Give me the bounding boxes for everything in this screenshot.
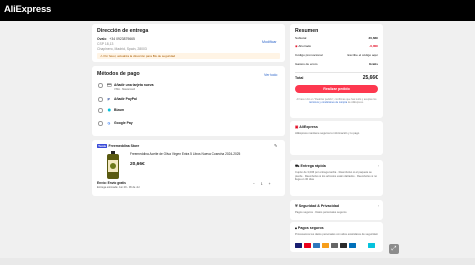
increase-button[interactable]: +: [269, 182, 271, 186]
shipping-value: Gratis: [369, 62, 378, 66]
fast-delivery-title: ⛟ Entrega rápida: [295, 164, 326, 169]
shipping-info: Envío: Envío gratis: [97, 181, 126, 185]
subtotal-row: Subtotal 20,66€: [295, 36, 378, 40]
see-all-payments-link[interactable]: Ver todo: [264, 73, 277, 77]
radio-button[interactable]: [98, 97, 103, 102]
fast-delivery-title-text: Entrega rápida: [300, 164, 326, 168]
total-row: Total 25,66€: [295, 75, 378, 81]
paypal-logo: [349, 243, 356, 248]
bottom-bar: [0, 258, 475, 265]
amex-logo: [313, 243, 320, 248]
maestro-logo: [322, 243, 329, 248]
aliexpress-logo[interactable]: AliExpress: [4, 4, 51, 15]
promo-input[interactable]: Escribe el código aquí: [348, 53, 378, 57]
payment-option-label: Bizum: [114, 108, 125, 113]
mastercard-logo: [304, 243, 311, 248]
store-name[interactable]: Tienda Freemeddina Store: [97, 144, 139, 148]
subtotal-label: Subtotal: [295, 36, 307, 40]
card-icon: [107, 83, 112, 87]
edit-icon[interactable]: ✎: [274, 143, 277, 148]
discount-row: ◉ Ahorrado -0,00€: [295, 44, 378, 48]
assurance-title: ▣ AliExpress: [295, 125, 318, 129]
store-badge: Tienda: [97, 144, 108, 148]
discover-logo: [331, 243, 338, 248]
summary-title: Resumen: [295, 28, 319, 34]
address-title: Dirección de entrega: [97, 28, 149, 34]
quantity-value: 1: [260, 181, 263, 186]
paypal-icon: P: [107, 97, 110, 101]
fast-delivery-body: Cupón de 3,00€ por entrega tardía · Reem…: [295, 171, 378, 182]
legal-text: Al hacer clic en "Realizar pedido", conf…: [295, 98, 378, 105]
decrease-button[interactable]: −: [253, 182, 255, 186]
secure-payments-title-text: Pagos seguros: [297, 226, 324, 230]
jcb-logo: [340, 243, 347, 248]
security-title: ⛨ Seguridad & Privacidad: [295, 204, 339, 208]
product-image[interactable]: [105, 151, 121, 179]
store-name-text: Freemeddina Store: [108, 144, 140, 148]
order-summary-card: Resumen Subtotal 20,66€ ◉ Ahorrado -0,00…: [290, 24, 383, 118]
bizum-icon: [107, 108, 111, 112]
address-phone: +34 0923879665: [109, 37, 135, 41]
radio-button[interactable]: [98, 121, 103, 126]
bizum-logo: [368, 243, 375, 248]
total-label: Total: [295, 76, 304, 80]
subtotal-value: 20,66€: [368, 36, 378, 40]
delivery-address-card: Dirección de entrega Ovalo +34 092387966…: [92, 24, 285, 62]
product-price: 20,66€: [130, 162, 145, 167]
payment-option-label: Google Pay: [114, 121, 133, 126]
payment-option-bizum[interactable]: Bizum: [98, 107, 278, 117]
change-address-link[interactable]: Modificar: [262, 40, 277, 44]
payment-option-google-pay[interactable]: G Google Pay: [98, 120, 278, 130]
shipping-label: Gastos de envío: [295, 62, 318, 66]
top-bar: AliExpress: [0, 0, 475, 21]
svg-text:G: G: [107, 121, 110, 125]
secure-payments-title: 🔒︎ Pagos seguros: [295, 226, 324, 230]
address-notice-text: Por favor, actualiza la dirección para B…: [103, 53, 176, 58]
payment-option-card[interactable]: Añadir una tarjeta nueva VISA · Masterca…: [98, 82, 278, 92]
delivery-estimate: Entrega estimada: Jun 29 - 06 de Jul: [97, 185, 140, 189]
discount-value: -0,00€: [369, 44, 378, 48]
payment-option-label: Añadir una tarjeta nueva: [114, 83, 154, 88]
promo-label: Código promocional: [295, 53, 323, 57]
payment-option-label: Añadir PayPal: [114, 97, 137, 102]
payment-option-sub: VISA · Mastercard: [114, 88, 136, 91]
secure-payments-body: Procesamos tus datos personales con alto…: [295, 233, 379, 236]
radio-button[interactable]: [98, 83, 103, 88]
promo-row[interactable]: Código promocional Escribe el código aqu…: [295, 53, 378, 57]
svg-text:P: P: [107, 97, 110, 101]
legal-text-b: de AliExpress.: [347, 101, 364, 105]
product-title[interactable]: Freemeddina Aceite de Oliva Virgen Extra…: [130, 152, 270, 156]
product-card: Tienda Freemeddina Store ✎ Freemeddina Ac…: [92, 140, 285, 196]
aliexpress-assurance-card: ▣ AliExpress AliExpress mantiene seguros…: [290, 121, 383, 155]
discount-label: Ahorrado: [298, 44, 312, 48]
terms-link[interactable]: términos y condiciones de compra: [309, 101, 347, 104]
payment-option-paypal[interactable]: P Añadir PayPal: [98, 96, 278, 106]
place-order-button[interactable]: Realizar pedido: [295, 85, 378, 93]
total-value: 25,66€: [362, 75, 378, 81]
security-body: Pagos seguros · Datos personales seguros: [295, 211, 347, 214]
chevron-right-icon[interactable]: ›: [378, 164, 379, 168]
address-line-3: Chapinero, Madrid, Spain, 28003: [97, 46, 147, 51]
address-contact: Ovalo +34 0923879665: [97, 37, 135, 41]
security-title-text: Seguridad & Privacidad: [298, 204, 340, 208]
payment-title: Métodos de pago: [97, 71, 140, 77]
address-notice: ⚠ Por favor, actualiza la dirección para…: [97, 52, 280, 59]
fast-delivery-card: ⛟ Entrega rápida › Cupón de 3,00€ por en…: [290, 160, 383, 196]
chevron-right-icon[interactable]: ›: [378, 204, 379, 208]
divider: [295, 72, 378, 73]
shipping-row: Gastos de envío Gratis: [295, 62, 378, 66]
expand-icon[interactable]: ⤢: [389, 244, 399, 254]
visa-logo: [295, 243, 302, 248]
radio-button[interactable]: [98, 108, 103, 113]
google-pay-icon: G: [107, 121, 110, 125]
security-privacy-card: ⛨ Seguridad & Privacidad › Pagos seguros…: [290, 200, 383, 220]
assurance-title-text: AliExpress: [299, 125, 318, 129]
assurance-body: AliExpress mantiene seguros tu informaci…: [295, 132, 360, 135]
address-name: Ovalo: [97, 37, 107, 41]
payment-methods-card: Métodos de pago Ver todo Añadir una tarj…: [92, 66, 285, 136]
quantity-stepper: − 1 +: [250, 182, 274, 186]
payment-logos: [295, 243, 379, 248]
secure-payments-card: 🔒︎ Pagos seguros Procesamos tus datos pe…: [290, 222, 383, 252]
